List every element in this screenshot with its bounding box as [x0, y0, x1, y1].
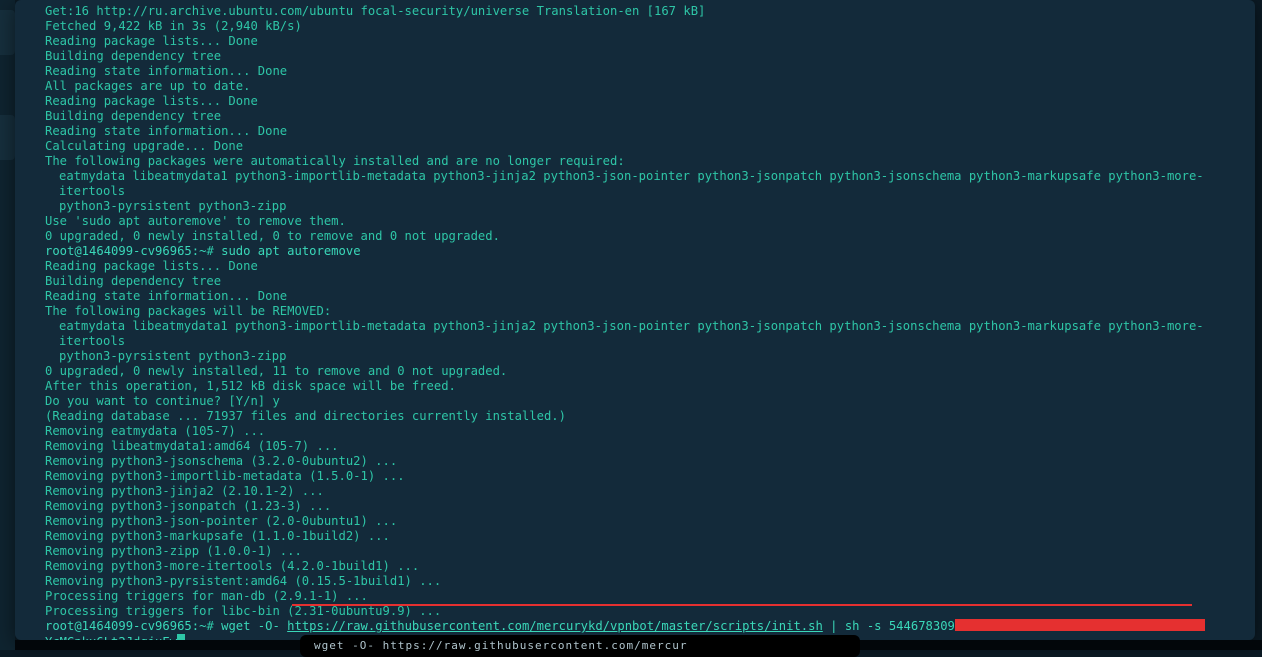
terminal-line: Get:16 http://ru.archive.ubuntu.com/ubun… — [15, 4, 1255, 19]
terminal-window[interactable]: Get:16 http://ru.archive.ubuntu.com/ubun… — [15, 0, 1255, 640]
prompt-host: root@1464099-cv96965:~ — [45, 244, 206, 258]
sidebar-stub — [0, 0, 15, 650]
terminal-line: All packages are up to date. — [15, 79, 1255, 94]
prompt-sep: # — [206, 619, 221, 633]
terminal-line: The following packages were automaticall… — [15, 154, 1255, 169]
terminal-line: Fetched 9,422 kB in 3s (2,940 kB/s) — [15, 19, 1255, 34]
terminal-line: Reading state information... Done — [15, 64, 1255, 79]
terminal-line: 0 upgraded, 0 newly installed, 0 to remo… — [15, 229, 1255, 244]
cmd-pre: wget -O- — [221, 619, 287, 633]
terminal-line: eatmydata libeatmydata1 python3-importli… — [15, 319, 1255, 349]
terminal-line: Removing eatmydata (105-7) ... — [15, 424, 1255, 439]
terminal-line: The following packages will be REMOVED: — [15, 304, 1255, 319]
terminal-line: Removing python3-jsonpatch (1.23-3) ... — [15, 499, 1255, 514]
terminal-line: Removing python3-jinja2 (2.10.1-2) ... — [15, 484, 1255, 499]
prompt-sep: # — [206, 244, 221, 258]
terminal-line: Building dependency tree — [15, 109, 1255, 124]
shell-prompt[interactable]: root@1464099-cv96965:~# sudo apt autorem… — [15, 244, 1255, 259]
terminal-line: After this operation, 1,512 kB disk spac… — [15, 379, 1255, 394]
bottom-strip: wget -O- https://raw.githubusercontent.c… — [15, 640, 1262, 650]
red-underline — [292, 604, 1192, 606]
terminal-line: Reading package lists... Done — [15, 259, 1255, 274]
prompt-command: sudo apt autoremove — [221, 244, 360, 258]
terminal-line: Removing python3-more-itertools (4.2.0-1… — [15, 559, 1255, 574]
terminal-line: Removing python3-pyrsistent:amd64 (0.15.… — [15, 574, 1255, 589]
prompt-host: root@1464099-cv96965:~ — [45, 619, 206, 633]
terminal-line: Reading state information... Done — [15, 289, 1255, 304]
terminal-line: Calculating upgrade... Done — [15, 139, 1255, 154]
terminal-line: Building dependency tree — [15, 274, 1255, 289]
cmd-url[interactable]: https://raw.githubusercontent.com/mercur… — [287, 619, 823, 633]
terminal-line: Removing libeatmydata1:amd64 (105-7) ... — [15, 439, 1255, 454]
terminal-line: Removing python3-importlib-metadata (1.5… — [15, 469, 1255, 484]
terminal-line: Removing python3-json-pointer (2.0-0ubun… — [15, 514, 1255, 529]
terminal-line: Processing triggers for man-db (2.9.1-1)… — [15, 589, 1255, 604]
terminal-line: Building dependency tree — [15, 49, 1255, 64]
terminal-line: eatmydata libeatmydata1 python3-importli… — [15, 169, 1255, 199]
terminal-line: (Reading database ... 71937 files and di… — [15, 409, 1255, 424]
cmd-post1: | sh -s 544678309 — [823, 619, 955, 633]
terminal-line: Use 'sudo apt autoremove' to remove them… — [15, 214, 1255, 229]
terminal-line: Reading state information... Done — [15, 124, 1255, 139]
terminal-output[interactable]: Get:16 http://ru.archive.ubuntu.com/ubun… — [15, 4, 1255, 640]
terminal-line: python3-pyrsistent python3-zipp — [15, 349, 1255, 364]
terminal-line: python3-pyrsistent python3-zipp — [15, 199, 1255, 214]
terminal-line: Reading package lists... Done — [15, 94, 1255, 109]
bottom-preview: wget -O- https://raw.githubusercontent.c… — [300, 635, 860, 657]
terminal-line: Processing triggers for libc-bin (2.31-0… — [15, 604, 1255, 619]
terminal-line: Do you want to continue? [Y/n] y — [15, 394, 1255, 409]
terminal-line: Removing python3-zipp (1.0.0-1) ... — [15, 544, 1255, 559]
redacted-token — [955, 619, 1205, 631]
terminal-line: Removing python3-markupsafe (1.1.0-1buil… — [15, 529, 1255, 544]
terminal-line: 0 upgraded, 0 newly installed, 11 to rem… — [15, 364, 1255, 379]
terminal-line: Removing python3-jsonschema (3.2.0-0ubun… — [15, 454, 1255, 469]
terminal-line: Reading package lists... Done — [15, 34, 1255, 49]
